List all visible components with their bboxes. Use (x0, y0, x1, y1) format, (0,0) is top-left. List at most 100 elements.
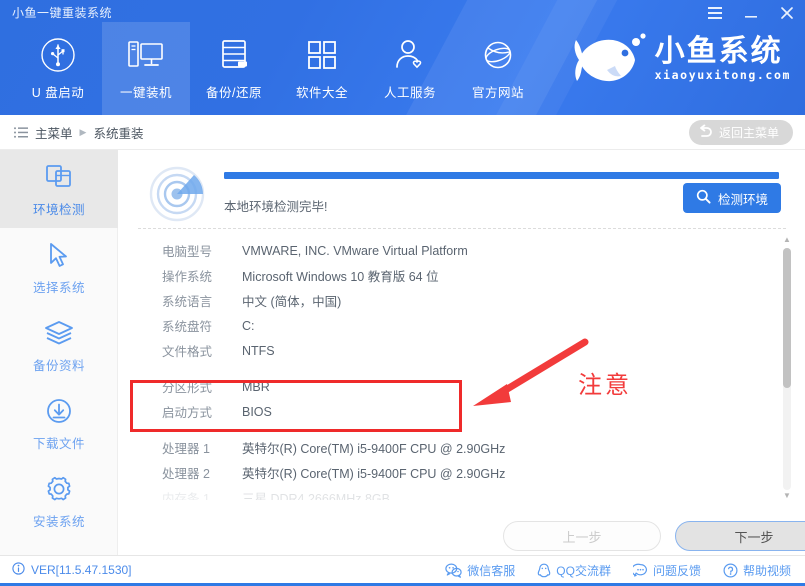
back-button-label: 返回主菜单 (718, 126, 779, 140)
radar-scan-icon (146, 164, 208, 229)
nav-item-human-service[interactable]: 人工服务 (366, 22, 454, 115)
minimize-icon[interactable] (741, 3, 761, 23)
sidebar-item-backup-data[interactable]: 备份资料 (0, 306, 118, 384)
nav-item-usb-boot[interactable]: U 盘启动 (14, 22, 102, 115)
sidebar-item-choose-system[interactable]: 选择系统 (0, 228, 118, 306)
info-row-value: Microsoft Windows 10 教育版 64 位 (242, 270, 439, 284)
stacked-layers-icon (43, 316, 75, 350)
app-title: 小鱼一键重装系统 (12, 6, 113, 20)
info-row-key: 系统盘符 (162, 320, 213, 334)
nav-item-backup-restore[interactable]: 备份/还原 (190, 22, 278, 115)
info-row-value: MBR (242, 379, 270, 394)
list-menu-icon[interactable] (14, 127, 28, 138)
info-row: 启动方式 BIOS (134, 399, 754, 424)
info-scrollbar[interactable]: ▲ ▼ (781, 236, 793, 502)
cursor-pointer-icon (44, 238, 74, 272)
scroll-up-arrow-icon[interactable]: ▲ (783, 236, 791, 246)
link-label: 帮助视频 (742, 563, 791, 578)
chevron-right-icon: ▶ (79, 127, 87, 137)
feedback-link[interactable]: 问题反馈 (632, 562, 701, 579)
breadcrumb-root-link[interactable]: 主菜单 (35, 123, 73, 142)
wechat-icon (445, 562, 462, 578)
usb-icon (38, 32, 78, 78)
info-row-value: NTFS (242, 343, 275, 358)
download-circle-icon (44, 394, 74, 428)
back-to-main-menu-button[interactable]: 返回主菜单 (688, 120, 793, 145)
detect-environment-button[interactable]: 检测环境 (682, 183, 781, 213)
next-step-button[interactable]: 下一步 (675, 521, 805, 551)
version-label: VER[11.5.47.1530] (31, 563, 132, 577)
info-row-value: 三星 DDR4 2666MHz 8GB (242, 492, 390, 500)
menu-icon[interactable] (705, 3, 725, 23)
info-row: 内存条 1 三星 DDR4 2666MHz 8GB (134, 485, 754, 500)
breadcrumb: 主菜单 ▶ 系统重装 (14, 115, 143, 150)
person-support-icon (391, 32, 429, 78)
info-row-key: 文件格式 (162, 345, 213, 359)
server-stack-icon (215, 32, 253, 78)
red-arrow-icon (455, 338, 595, 418)
grid-four-squares-icon (303, 32, 341, 78)
info-row-value: VMWARE, INC. VMware Virtual Platform (242, 243, 468, 258)
status-bar: VER[11.5.47.1530] 微信客服 QQ交流群 问题反馈 帮助视频 (0, 555, 805, 586)
info-row-key: 内存条 1 (162, 492, 210, 500)
section-divider (138, 228, 786, 229)
system-info-table: 电脑型号 VMWARE, INC. VMware Virtual Platform… (134, 238, 754, 501)
link-label: 微信客服 (467, 563, 516, 578)
nav-label: 软件大全 (295, 86, 348, 100)
nav-label: U 盘启动 (31, 86, 85, 100)
sidebar-item-install-system[interactable]: 安装系统 (0, 462, 118, 540)
info-row: 系统盘符 C: (134, 313, 754, 338)
info-row-key: 系统语言 (162, 295, 213, 309)
sidebar-item-label: 选择系统 (32, 281, 85, 295)
sidebar-item-label: 安装系统 (32, 515, 85, 529)
info-row: 处理器 2 英特尔(R) Core(TM) i5-9400F CPU @ 2.90… (134, 460, 754, 485)
sidebar-item-label: 环境检测 (32, 203, 85, 217)
scrollbar-thumb[interactable] (783, 248, 791, 389)
status-bar-links: 微信客服 QQ交流群 问题反馈 帮助视频 (445, 556, 791, 584)
wechat-support-link[interactable]: 微信客服 (445, 562, 515, 579)
brand-logo: 小鱼系统 xiaoyuxitong.com (573, 30, 791, 88)
globe-icon (479, 32, 517, 78)
info-row-key: 操作系统 (162, 270, 213, 284)
help-video-link[interactable]: 帮助视频 (723, 562, 791, 579)
qq-group-link[interactable]: QQ交流群 (537, 562, 611, 579)
nav-label: 一键装机 (119, 86, 172, 100)
breadcrumb-bar: 主菜单 ▶ 系统重装 返回主菜单 (0, 115, 805, 150)
info-row-value: 中文 (简体，中国) (242, 295, 342, 309)
application-window: 小鱼一键重装系统 U 盘启动 一键装机 备份/还原 软件大全 人工服务 官方网站… (0, 0, 805, 586)
sidebar-item-label: 备份资料 (32, 359, 85, 373)
window-controls (705, 3, 797, 23)
info-row-value: C: (242, 318, 255, 333)
info-row-key: 处理器 2 (162, 467, 210, 481)
info-row: 分区形式 MBR (134, 374, 754, 399)
version-info: VER[11.5.47.1530] (12, 556, 132, 584)
detection-status-row: 本地环境检测完毕! 检测环境 (134, 158, 789, 222)
scrollbar-track[interactable] (783, 248, 791, 490)
nav-item-software-library[interactable]: 软件大全 (278, 22, 366, 115)
link-label: 问题反馈 (652, 563, 701, 578)
nav-label: 备份/还原 (206, 86, 262, 100)
info-row: 系统语言 中文 (简体，中国) (134, 288, 754, 313)
info-row: 文件格式 NTFS (134, 338, 754, 363)
layers-window-icon (44, 160, 74, 194)
brand-name-cn: 小鱼系统 (654, 33, 783, 69)
nav-item-one-key-install[interactable]: 一键装机 (102, 22, 190, 115)
detect-button-label: 检测环境 (717, 192, 768, 207)
sidebar-item-download-files[interactable]: 下载文件 (0, 384, 118, 462)
previous-step-button[interactable]: 上一步 (503, 521, 661, 551)
info-row-key: 处理器 1 (162, 442, 210, 456)
close-icon[interactable] (777, 3, 797, 23)
annotation-note-text: 注意 (578, 371, 632, 399)
info-row: 操作系统 Microsoft Windows 10 教育版 64 位 (134, 263, 754, 288)
scroll-down-arrow-icon[interactable]: ▼ (783, 492, 791, 502)
search-icon (696, 189, 711, 207)
info-row-value: BIOS (242, 404, 272, 419)
chat-bubble-icon (632, 563, 648, 578)
info-row-value: 英特尔(R) Core(TM) i5-9400F CPU @ 2.90GHz (242, 442, 506, 456)
nav-item-official-website[interactable]: 官方网站 (454, 22, 542, 115)
sidebar-item-environment-check[interactable]: 环境检测 (0, 150, 118, 228)
breadcrumb-current: 系统重装 (93, 127, 144, 141)
step-sidebar: 环境检测 选择系统 备份资料 下载文件 安装系统 (0, 150, 118, 555)
undo-arrow-icon (696, 124, 713, 142)
detection-progress-bar (224, 172, 779, 179)
